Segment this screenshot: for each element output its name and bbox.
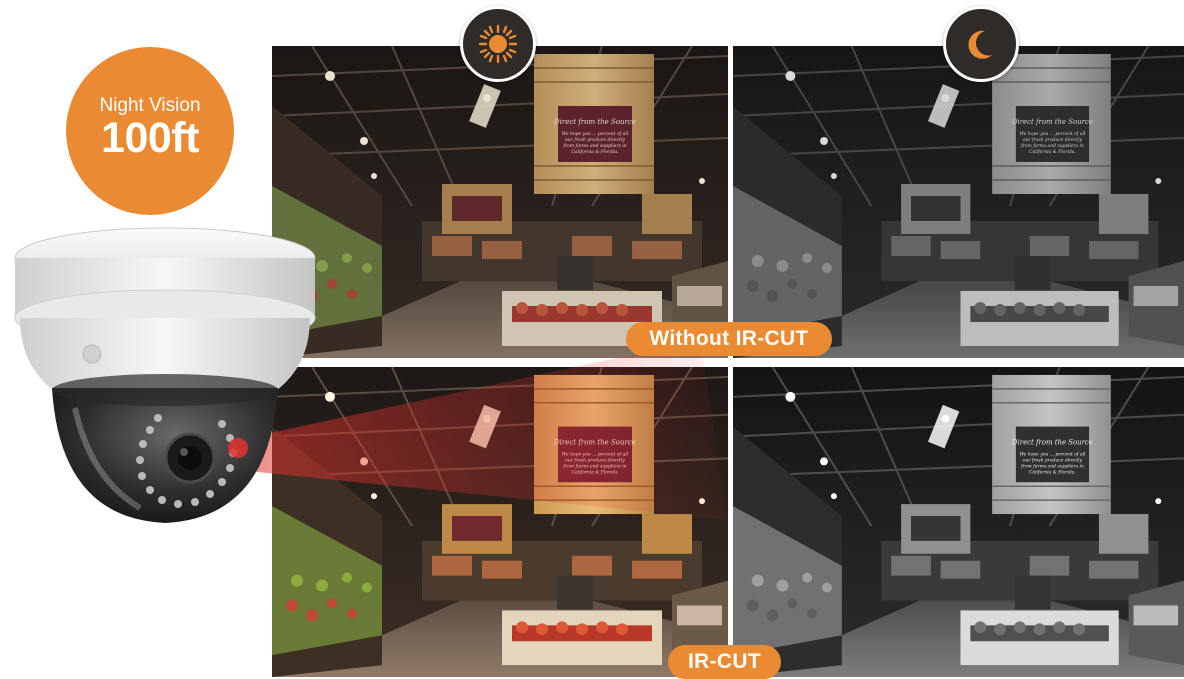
sun-icon bbox=[478, 24, 518, 64]
ircut-label: IR-CUT bbox=[668, 645, 781, 679]
photo-day-without-ircut bbox=[272, 46, 728, 358]
moon-icon bbox=[968, 30, 992, 59]
day-mode-badge bbox=[460, 6, 536, 82]
night-mode-badge bbox=[943, 6, 1019, 82]
without-ircut-label: Without IR-CUT bbox=[626, 322, 832, 356]
dome-camera-image bbox=[14, 227, 316, 523]
photo-night-ircut bbox=[733, 367, 1184, 677]
photo-day-ircut bbox=[272, 367, 728, 677]
night-vision-range: 100ft bbox=[101, 114, 199, 162]
photo-night-without-ircut bbox=[733, 46, 1184, 358]
night-vision-badge: Night Vision 100ft bbox=[66, 47, 234, 215]
